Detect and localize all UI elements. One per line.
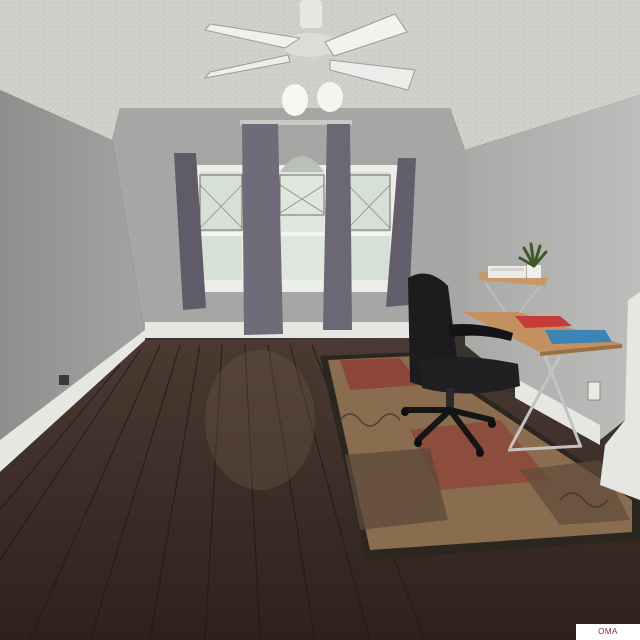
wall-outlet-right [587, 381, 601, 401]
window [192, 156, 402, 292]
floor-light-reflection [205, 350, 315, 490]
wall-outlet-left [59, 375, 69, 385]
curtain-center-left [242, 124, 283, 335]
printer [488, 266, 526, 278]
watermark-logo: OMA [576, 624, 640, 640]
room-photo [0, 0, 640, 640]
blue-binder [545, 330, 612, 344]
curtain-center-right [323, 124, 352, 330]
